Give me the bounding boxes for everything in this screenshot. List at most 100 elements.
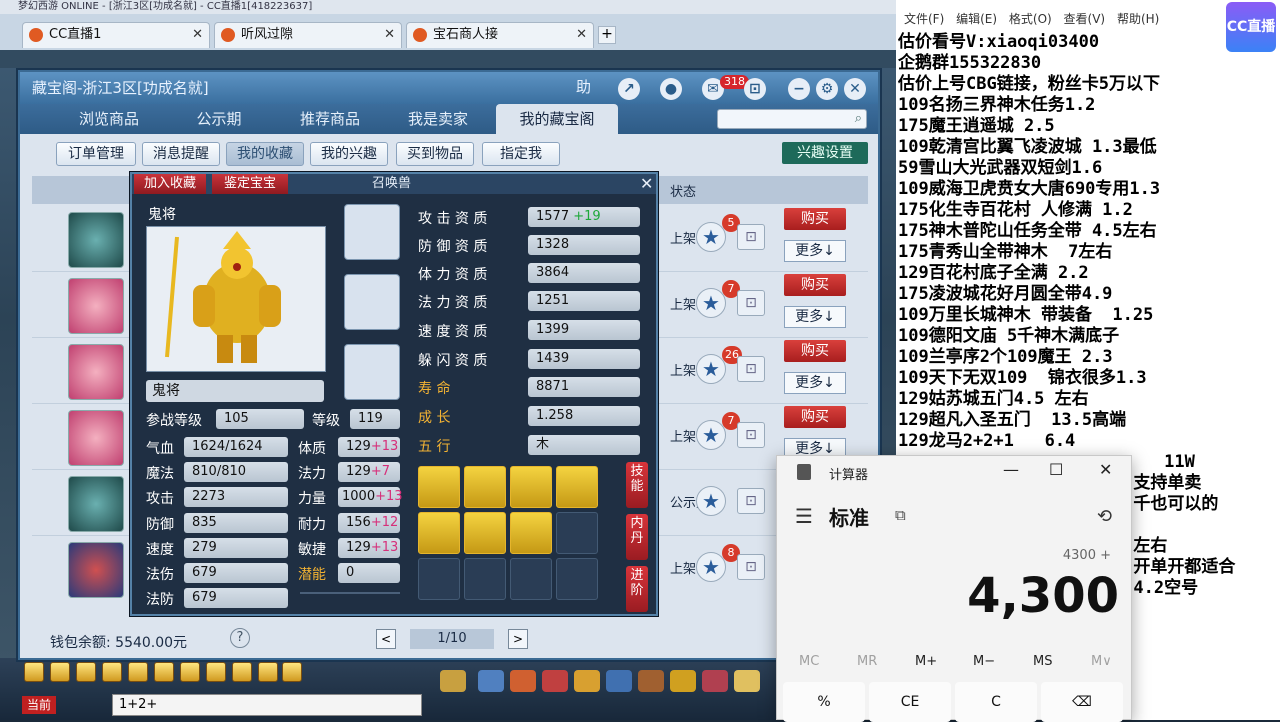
mc-button[interactable]: MC	[799, 654, 819, 669]
tab-public[interactable]: 公示期	[160, 104, 278, 134]
skill-slot[interactable]	[510, 512, 552, 554]
history-icon[interactable]: ⟲	[1097, 506, 1112, 527]
dropdown-icon[interactable]	[282, 662, 302, 682]
team-icon[interactable]	[606, 670, 632, 692]
avatar[interactable]	[68, 278, 124, 334]
help-button[interactable]: 助	[576, 76, 591, 97]
ms-button[interactable]: MS	[1033, 654, 1052, 669]
buy-button[interactable]: 购买	[784, 274, 846, 296]
tab-seller[interactable]: 我是卖家	[380, 104, 496, 134]
peach-icon[interactable]	[734, 670, 760, 692]
star-icon[interactable]: ★	[696, 222, 726, 252]
bag-icon[interactable]	[510, 670, 536, 692]
scroll-icon[interactable]	[702, 670, 728, 692]
skill-slot[interactable]	[556, 466, 598, 508]
pet-name-field[interactable]: 鬼将	[146, 380, 324, 402]
close-icon[interactable]: ✕	[640, 174, 653, 194]
avatar[interactable]	[68, 476, 124, 532]
close-icon[interactable]: ✕	[844, 78, 866, 100]
tab-purchased[interactable]: 买到物品	[396, 142, 474, 166]
maximize-icon[interactable]: ☐	[1049, 460, 1063, 479]
tab-interests[interactable]: 我的兴趣	[310, 142, 388, 166]
memory-list-button[interactable]: M∨	[1091, 654, 1112, 669]
interest-settings-button[interactable]: 兴趣设置	[782, 142, 868, 164]
close-icon[interactable]: ✕	[384, 23, 395, 47]
tab-notifications[interactable]: 消息提醒	[142, 142, 220, 166]
equipment-slot-armor[interactable]	[344, 344, 400, 400]
sword-icon[interactable]	[478, 670, 504, 692]
menu-edit[interactable]: 编辑(E)	[956, 12, 997, 26]
equipment-slot-ring[interactable]	[344, 274, 400, 330]
skills-tab[interactable]: 技能	[626, 462, 648, 508]
chat-bubble-icon[interactable]	[232, 662, 252, 682]
cart-icon[interactable]: ⊡	[737, 356, 765, 382]
chest-icon[interactable]	[542, 670, 568, 692]
tab-my-pavilion[interactable]: 我的藏宝阁	[496, 104, 618, 134]
arrow-up-icon[interactable]	[50, 662, 70, 682]
clear-button[interactable]: C	[955, 682, 1037, 722]
m-plus-button[interactable]: M+	[915, 654, 937, 669]
more-button[interactable]: 更多↓	[784, 372, 846, 394]
next-page-button[interactable]: >	[508, 629, 528, 649]
star-icon[interactable]: ★	[696, 354, 726, 384]
menu-file[interactable]: 文件(F)	[904, 12, 944, 26]
search-icon[interactable]: ⌕	[855, 111, 862, 126]
cart-icon[interactable]: ⊡	[737, 224, 765, 250]
menu-icon[interactable]	[258, 662, 278, 682]
mr-button[interactable]: MR	[857, 654, 877, 669]
inner-core-tab[interactable]: 内丹	[626, 514, 648, 560]
cart-icon[interactable]: ⊡	[737, 488, 765, 514]
prev-page-button[interactable]: <	[376, 629, 396, 649]
cart-icon[interactable]: ⊡	[737, 290, 765, 316]
add-favorite-button[interactable]: 加入收藏	[134, 174, 206, 194]
star-icon[interactable]: ★	[696, 420, 726, 450]
minimize-icon[interactable]: −	[788, 78, 810, 100]
lock-icon[interactable]	[154, 662, 174, 682]
record-icon[interactable]: ●	[660, 78, 682, 100]
pet-icon[interactable]	[440, 670, 466, 692]
chat-input[interactable]: 1+2+	[112, 694, 422, 716]
move-icon[interactable]	[102, 662, 122, 682]
search-input[interactable]: ⌕	[717, 109, 867, 129]
tab-browse[interactable]: 浏览商品	[40, 104, 178, 134]
scroll-icon[interactable]	[638, 670, 664, 692]
buy-button[interactable]: 购买	[784, 208, 846, 230]
star-icon[interactable]: ★	[696, 288, 726, 318]
arrow-left-icon[interactable]	[24, 662, 44, 682]
percent-button[interactable]: %	[783, 682, 865, 722]
star-icon[interactable]: ★	[696, 552, 726, 582]
tab-gem-merchant[interactable]: 宝石商人接 ✕	[406, 22, 594, 48]
tab-cc-live[interactable]: CC直播1 ✕	[22, 22, 210, 48]
avatar[interactable]	[68, 410, 124, 466]
avatar[interactable]	[68, 212, 124, 268]
buy-button[interactable]: 购买	[784, 406, 846, 428]
avatar[interactable]	[68, 344, 124, 400]
menu-format[interactable]: 格式(O)	[1009, 12, 1052, 26]
close-icon[interactable]: ✕	[1099, 460, 1112, 479]
skill-slot[interactable]	[418, 512, 460, 554]
skill-slot[interactable]	[510, 466, 552, 508]
more-button[interactable]: 更多↓	[784, 240, 846, 262]
tab-recommended[interactable]: 推荐商品	[270, 104, 390, 134]
brush-icon[interactable]	[206, 662, 226, 682]
new-tab-button[interactable]: +	[598, 26, 616, 44]
close-icon[interactable]: ✕	[576, 23, 587, 47]
bell-icon[interactable]	[670, 670, 696, 692]
skill-slot[interactable]	[464, 466, 506, 508]
minimize-icon[interactable]: —	[1003, 460, 1019, 479]
tab-assigned[interactable]: 指定我	[482, 142, 560, 166]
more-button[interactable]: 更多↓	[784, 306, 846, 328]
help-icon[interactable]: ?	[230, 628, 250, 648]
gift-icon[interactable]	[574, 670, 600, 692]
close-icon[interactable]: ✕	[192, 23, 203, 47]
menu-view[interactable]: 查看(V)	[1064, 12, 1106, 26]
tab-tingfeng[interactable]: 听风过隙 ✕	[214, 22, 402, 48]
menu-help[interactable]: 帮助(H)	[1117, 12, 1159, 26]
appraise-pet-button[interactable]: 鉴定宝宝	[212, 174, 288, 194]
keep-on-top-icon[interactable]: ⧉	[895, 506, 906, 524]
arrow-down-icon[interactable]	[76, 662, 96, 682]
lock-icon[interactable]	[180, 662, 200, 682]
equipment-slot-collar[interactable]	[344, 204, 400, 260]
m-minus-button[interactable]: M−	[973, 654, 995, 669]
share-icon[interactable]: ↗	[618, 78, 640, 100]
